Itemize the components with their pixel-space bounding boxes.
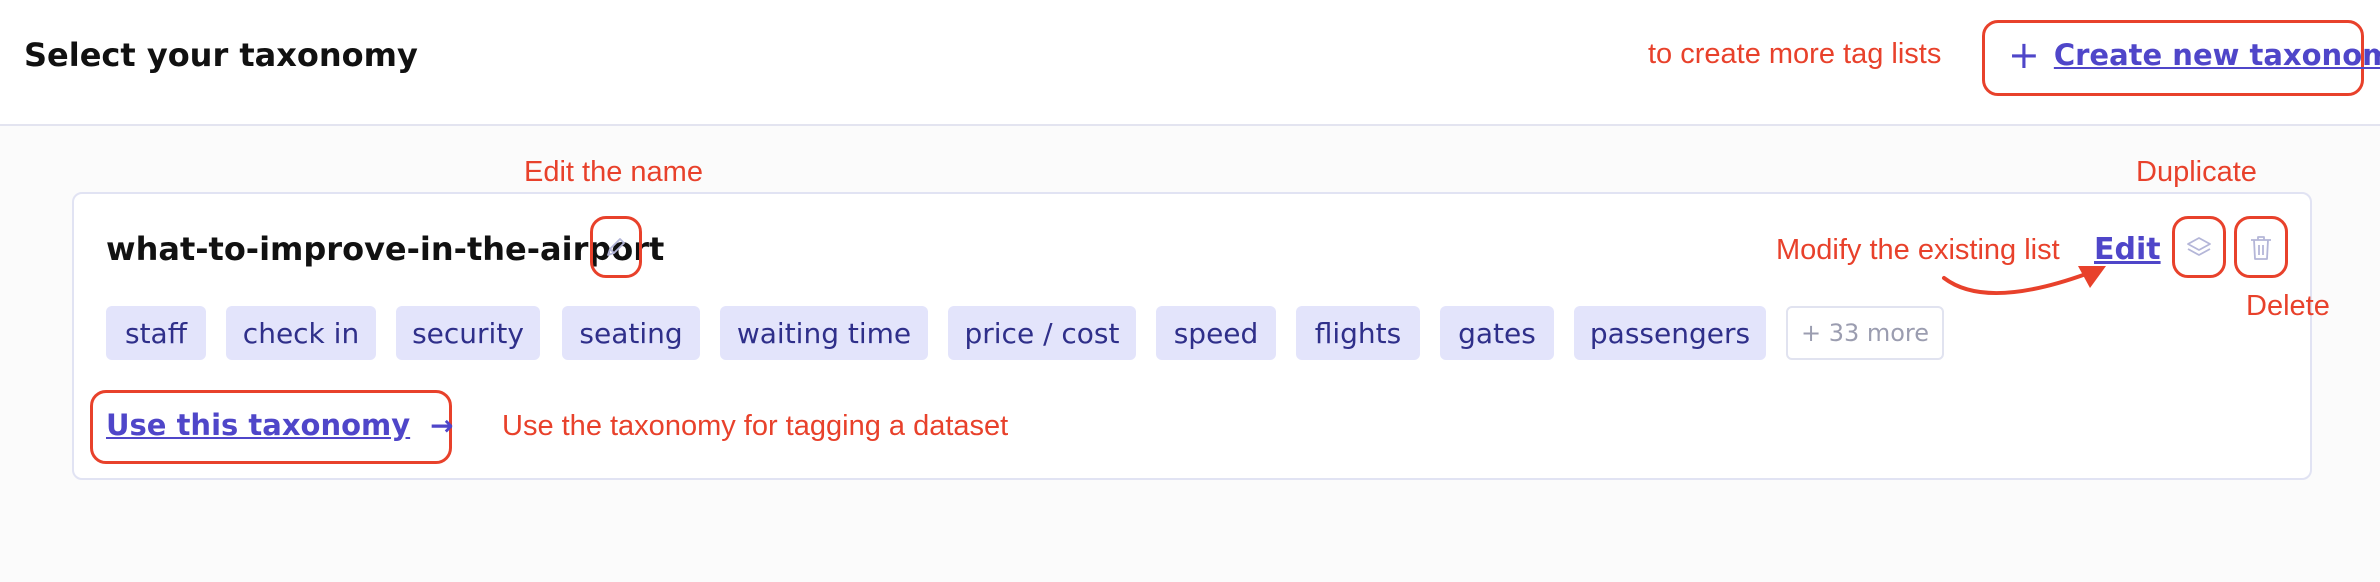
create-taxonomy-label: Create new taxonomy — [2053, 38, 2380, 72]
trash-icon — [2251, 236, 2271, 260]
tag-check-in: check in — [226, 306, 376, 360]
more-tags-button[interactable]: + 33 more — [1786, 306, 1944, 360]
use-taxonomy-label: Use this taxonomy — [106, 408, 411, 442]
delete-button[interactable] — [2242, 230, 2280, 266]
tag-security: security — [396, 306, 540, 360]
tag-price-cost: price / cost — [948, 306, 1136, 360]
annotation-use: Use the taxonomy for tagging a dataset — [502, 410, 1009, 442]
annotation-edit-name: Edit the name — [524, 156, 703, 188]
tag-staff: staff — [106, 306, 206, 360]
edit-taxonomy-link[interactable]: Edit — [2094, 232, 2161, 267]
tag-speed: speed — [1156, 306, 1276, 360]
annotation-create-more: to create more tag lists — [1648, 38, 1942, 70]
create-taxonomy-button[interactable]: + Create new taxonomy — [2008, 36, 2380, 74]
annotation-duplicate: Duplicate — [2136, 156, 2257, 188]
use-taxonomy-link[interactable]: Use this taxonomy → — [106, 408, 454, 442]
duplicate-button[interactable] — [2180, 230, 2218, 266]
tag-waiting-time: waiting time — [720, 306, 928, 360]
tag-flights: flights — [1296, 306, 1420, 360]
tag-seating: seating — [562, 306, 700, 360]
taxonomy-name: what-to-improve-in-the-airport — [106, 230, 665, 268]
plus-icon: + — [2008, 33, 2040, 77]
tag-gates: gates — [1440, 306, 1554, 360]
arrow-right-icon: → — [430, 408, 454, 442]
tag-passengers: passengers — [1574, 306, 1766, 360]
annotation-arrow-modify — [1942, 266, 2106, 296]
page-title: Select your taxonomy — [24, 36, 418, 74]
rename-button[interactable] — [602, 232, 630, 262]
pencil-icon — [607, 238, 625, 256]
layers-icon — [2187, 237, 2211, 256]
annotation-delete: Delete — [2246, 290, 2330, 322]
